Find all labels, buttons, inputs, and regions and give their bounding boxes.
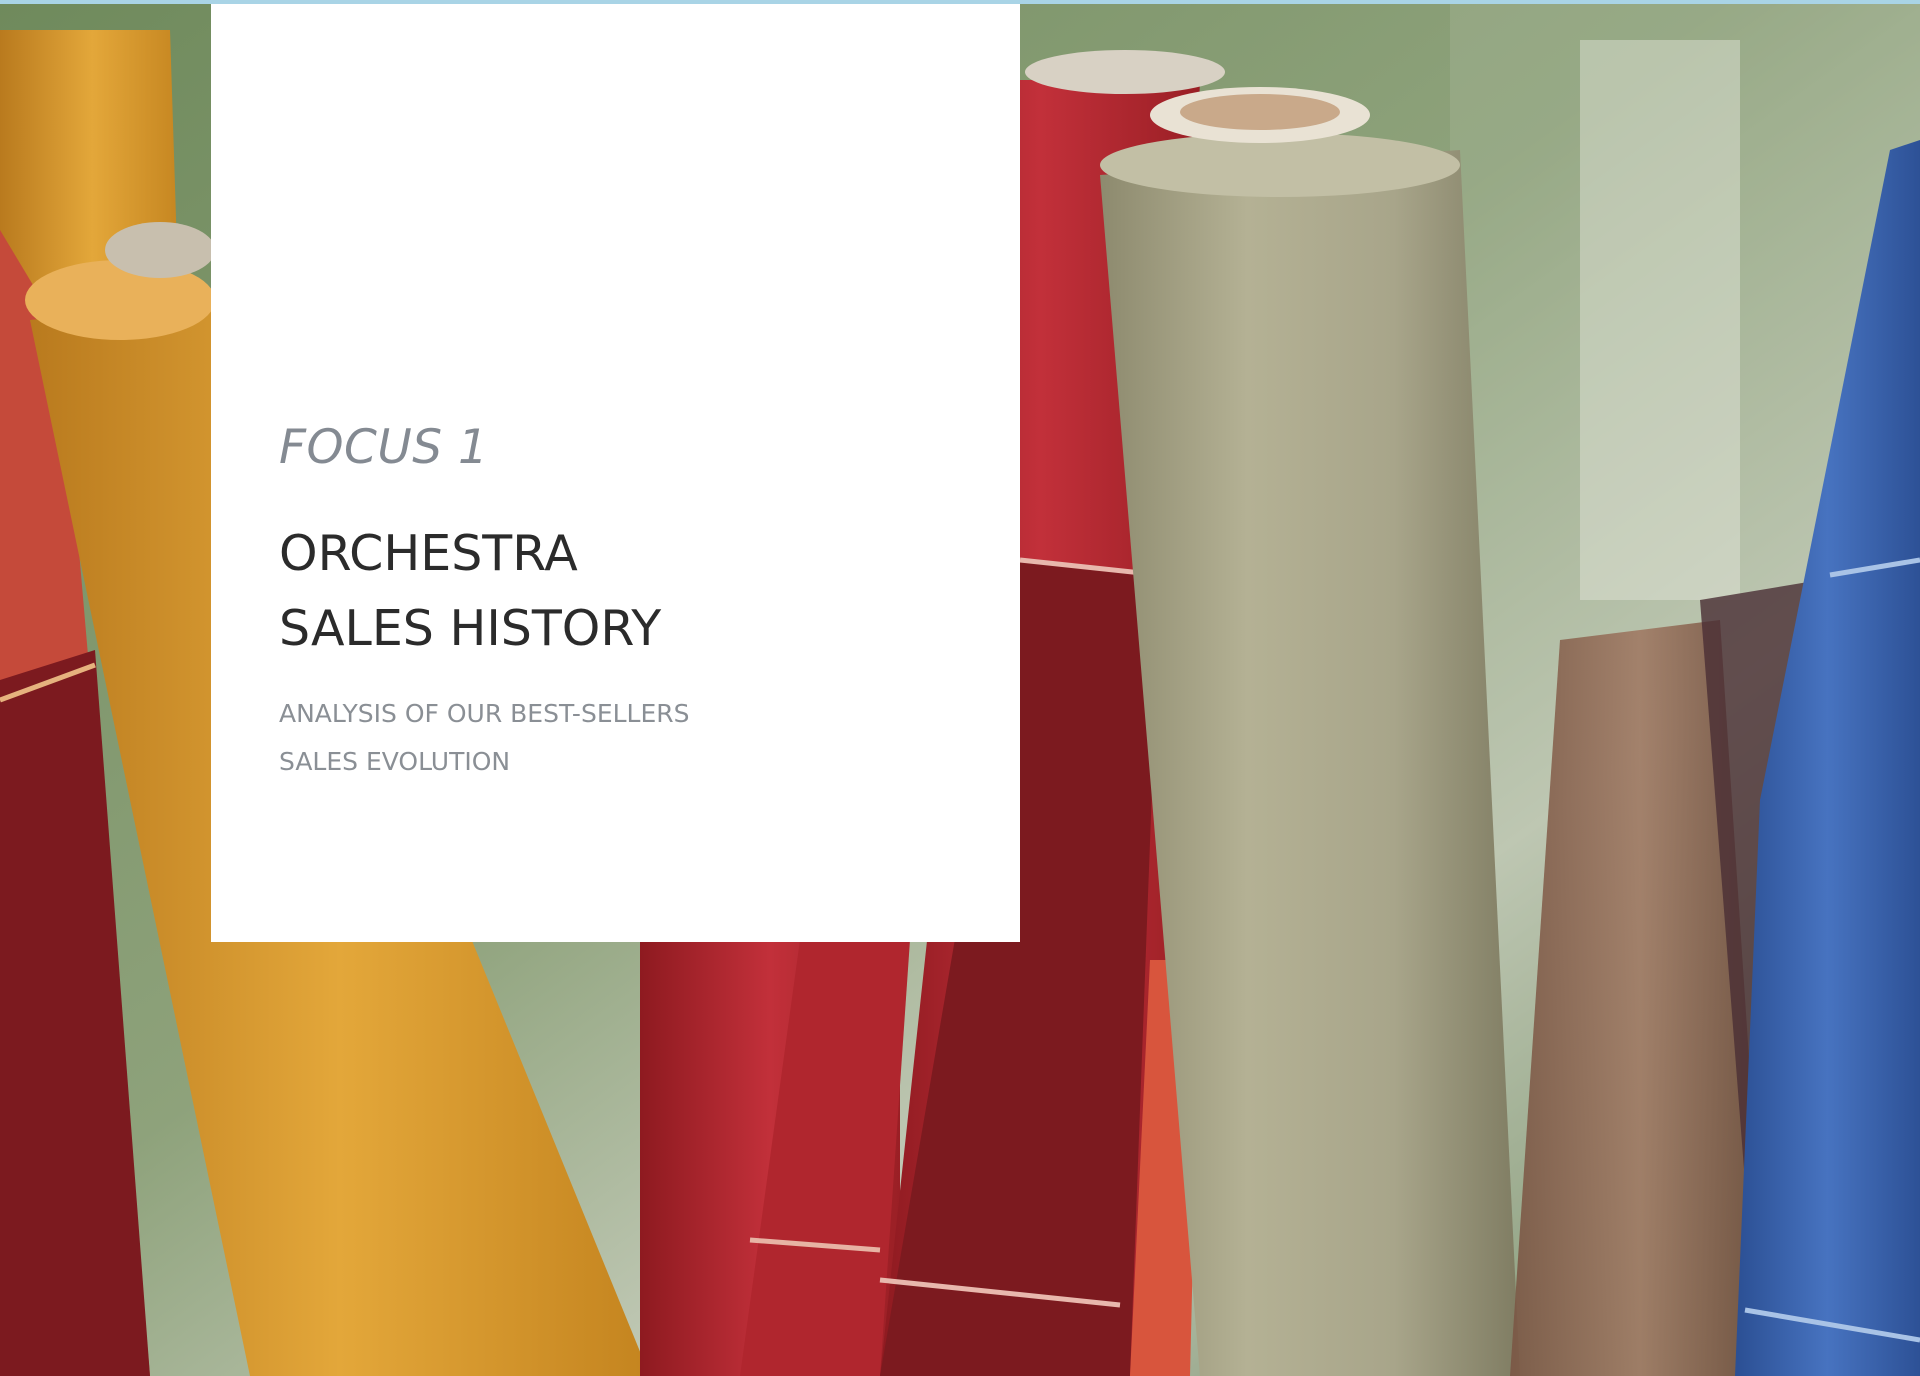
cover-panel: FOCUS 1 ORCHESTRA SALES HISTORY ANALYSIS… [211, 4, 1020, 942]
page-title: ORCHESTRA SALES HISTORY [279, 516, 661, 666]
focus-kicker: FOCUS 1 [279, 420, 489, 475]
top-border [0, 0, 1920, 4]
title-line-2: SALES HISTORY [279, 600, 662, 657]
subtitle-line-2: SALES EVOLUTION [279, 747, 511, 776]
subtitle-line-1: ANALYSIS OF OUR BEST-SELLERS [279, 699, 690, 728]
title-line-1: ORCHESTRA [279, 525, 578, 582]
subtitle: ANALYSIS OF OUR BEST-SELLERS SALES EVOLU… [279, 690, 690, 786]
